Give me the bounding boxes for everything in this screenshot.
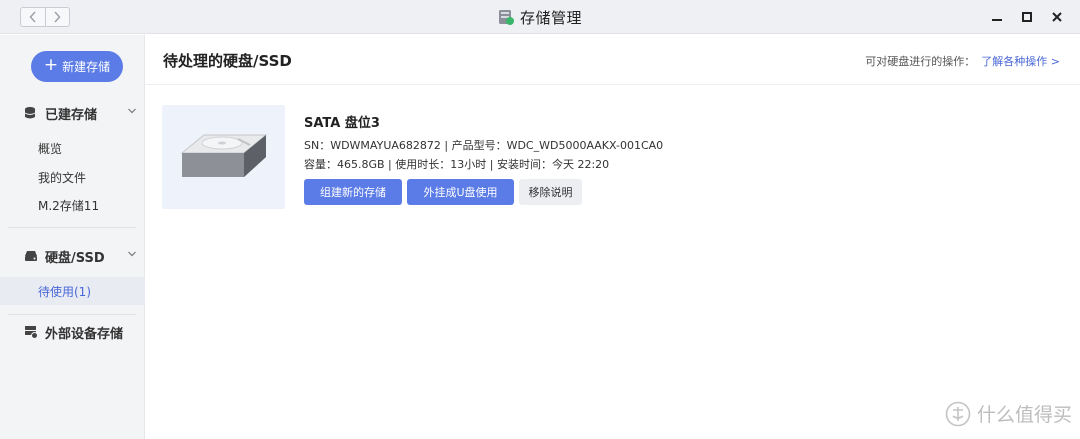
smzdm-logo-icon: [945, 401, 971, 426]
new-storage-label: 新建存储: [62, 60, 111, 74]
sidebar-group-created-storage[interactable]: 已建存储: [0, 98, 145, 128]
page-title: 待处理的硬盘/SSD: [163, 52, 292, 70]
chevron-right-icon: [54, 11, 61, 23]
main-content: 待处理的硬盘/SSD 可对硬盘进行的操作： 了解各种操作 > SATA 盘位3 S…: [146, 35, 1080, 439]
removal-info-button[interactable]: 移除说明: [519, 179, 582, 205]
sidebar-group-label: 外部设备存储: [45, 326, 124, 342]
mount-as-usb-button[interactable]: 外挂成U盘使用: [407, 179, 514, 205]
close-button[interactable]: [1048, 8, 1066, 26]
content-header: 待处理的硬盘/SSD 可对硬盘进行的操作： 了解各种操作 >: [146, 35, 1080, 85]
window-controls: [988, 8, 1066, 26]
sidebar-group-hdd-ssd[interactable]: 硬盘/SSD: [0, 241, 145, 271]
watermark-text: 什么值得买: [976, 404, 1072, 426]
forward-button[interactable]: [44, 8, 70, 26]
learn-operations-link[interactable]: 了解各种操作 >: [981, 55, 1060, 68]
disk-name: SATA 盘位3: [304, 116, 380, 131]
disk-serial-model: SN：WDWMAYUA682872 | 产品型号：WDC_WD5000AAKX-…: [304, 139, 664, 152]
hint-text: 可对硬盘进行的操作：: [865, 55, 976, 68]
storage-app-icon: [498, 10, 514, 25]
sidebar-item-overview[interactable]: 概览: [0, 134, 145, 162]
disk-thumbnail: [162, 105, 285, 209]
chevron-down-icon: [128, 108, 136, 114]
back-button[interactable]: [21, 8, 45, 26]
sidebar-item-pending[interactable]: 待使用(1): [0, 277, 145, 305]
close-icon: [1052, 12, 1062, 22]
sidebar-divider: [8, 314, 136, 315]
disk-capacity-usage: 容量：465.8GB | 使用时长：13小时 | 安装时间：今天 22:20: [304, 158, 610, 171]
sidebar-group-label: 硬盘/SSD: [45, 250, 105, 266]
external-storage-icon: [24, 325, 38, 339]
hdd-icon: [24, 249, 38, 263]
chevron-down-icon: [128, 251, 136, 257]
watermark: 什么值得买: [945, 400, 1072, 427]
sidebar-group-external-storage[interactable]: 外部设备存储: [0, 317, 145, 347]
title-bar: 存储管理: [0, 0, 1080, 34]
chevron-left-icon: [29, 11, 36, 23]
database-icon: [24, 106, 38, 120]
maximize-icon: [1022, 12, 1032, 22]
create-storage-button[interactable]: 组建新的存储: [304, 179, 402, 205]
hard-drive-icon: [180, 134, 268, 177]
sidebar-item-m2-storage[interactable]: M.2存储11: [0, 191, 145, 219]
sidebar-item-my-files[interactable]: 我的文件: [0, 163, 145, 191]
sidebar-divider: [8, 227, 136, 228]
new-storage-button[interactable]: + 新建存储: [31, 51, 123, 82]
nav-buttons: [20, 7, 70, 27]
sidebar: + 新建存储 已建存储 概览 我的文件 M.2存储11 硬盘/SSD 待使用(1…: [0, 35, 145, 439]
minimize-button[interactable]: [988, 8, 1006, 26]
minimize-icon: [992, 19, 1002, 21]
sidebar-group-label: 已建存储: [45, 107, 98, 123]
plus-icon: +: [43, 55, 59, 75]
operations-hint: 可对硬盘进行的操作： 了解各种操作 >: [865, 53, 1060, 69]
maximize-button[interactable]: [1018, 8, 1036, 26]
window-title: 存储管理: [519, 8, 582, 27]
